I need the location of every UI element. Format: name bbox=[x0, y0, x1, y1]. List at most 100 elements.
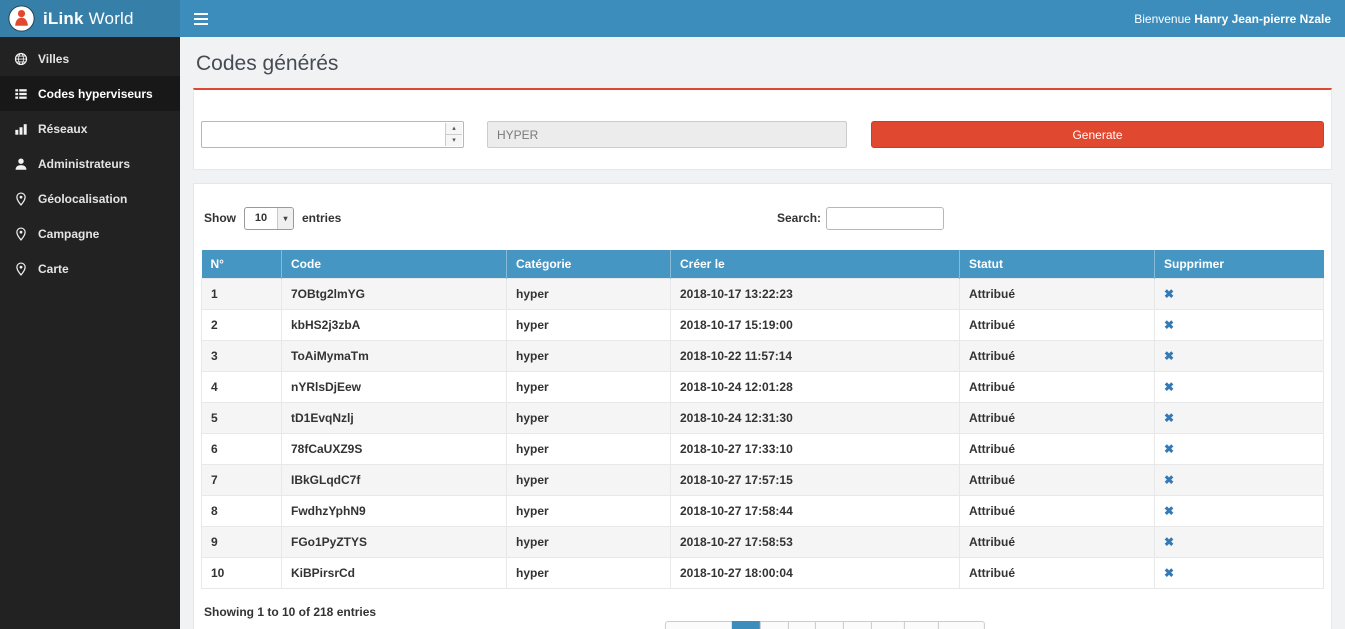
cell-code: FGo1PyZTYS bbox=[282, 527, 507, 558]
cell-category: hyper bbox=[507, 310, 671, 341]
page-btn-5[interactable]: 5 bbox=[843, 621, 872, 629]
sidebar-item-label: Villes bbox=[38, 52, 69, 66]
page-btn-22[interactable]: 22 bbox=[904, 621, 939, 629]
page-btn-2[interactable]: 2 bbox=[760, 621, 789, 629]
sidebar-item-label: Carte bbox=[38, 262, 69, 276]
delete-icon[interactable]: ✖ bbox=[1164, 566, 1174, 580]
table-row: 7IBkGLqdC7fhyper2018-10-27 17:57:15Attri… bbox=[202, 465, 1324, 496]
spinner-down-icon[interactable]: ▾ bbox=[446, 134, 462, 146]
spinner-up-icon[interactable]: ▴ bbox=[446, 123, 462, 134]
delete-icon[interactable]: ✖ bbox=[1164, 287, 1174, 301]
cell-status: Attribué bbox=[960, 341, 1155, 372]
hamburger-menu-icon[interactable] bbox=[194, 13, 208, 25]
page-btn-4[interactable]: 4 bbox=[815, 621, 844, 629]
delete-icon[interactable]: ✖ bbox=[1164, 473, 1174, 487]
chart-icon bbox=[13, 121, 28, 136]
top-navbar: Bienvenue Hanry Jean-pierre Nzale bbox=[180, 0, 1345, 37]
cell-delete: ✖ bbox=[1155, 279, 1324, 310]
cell-code: 78fCaUXZ9S bbox=[282, 434, 507, 465]
delete-icon[interactable]: ✖ bbox=[1164, 442, 1174, 456]
page-btn-previous: Previous bbox=[664, 621, 733, 629]
delete-icon[interactable]: ✖ bbox=[1164, 504, 1174, 518]
cell-category: hyper bbox=[507, 434, 671, 465]
cell-category: hyper bbox=[507, 279, 671, 310]
brand-text: iLink World bbox=[43, 9, 134, 29]
number-spinner: ▴ ▾ bbox=[445, 123, 462, 146]
generate-form-panel: ▴ ▾ Generate bbox=[193, 88, 1332, 170]
cell-num: 6 bbox=[202, 434, 282, 465]
cell-category: hyper bbox=[507, 341, 671, 372]
cell-status: Attribué bbox=[960, 558, 1155, 589]
cell-category: hyper bbox=[507, 465, 671, 496]
column-header[interactable]: Catégorie bbox=[507, 250, 671, 279]
sidebar-item-label: Géolocalisation bbox=[38, 192, 127, 206]
column-header[interactable]: Code bbox=[282, 250, 507, 279]
cell-created: 2018-10-27 17:33:10 bbox=[671, 434, 960, 465]
delete-icon[interactable]: ✖ bbox=[1164, 349, 1174, 363]
cell-code: kbHS2j3zbA bbox=[282, 310, 507, 341]
quantity-input[interactable] bbox=[202, 122, 463, 147]
column-header[interactable]: N° bbox=[202, 250, 282, 279]
page-btn-3[interactable]: 3 bbox=[787, 621, 816, 629]
page-btn-next[interactable]: Next bbox=[938, 621, 985, 629]
pagination: Previous12345…22Next bbox=[664, 621, 984, 629]
sidebar-item-administrateurs[interactable]: Administrateurs bbox=[0, 146, 180, 181]
showing-info: Showing 1 to 10 of 218 entries bbox=[201, 589, 1324, 619]
cell-delete: ✖ bbox=[1155, 341, 1324, 372]
table-footer: Showing 1 to 10 of 218 entries Previous1… bbox=[201, 589, 1324, 629]
page-length-control: Show 10 ▾ entries bbox=[204, 206, 1321, 230]
cell-num: 1 bbox=[202, 279, 282, 310]
generate-button[interactable]: Generate bbox=[871, 121, 1324, 148]
delete-icon[interactable]: ✖ bbox=[1164, 411, 1174, 425]
page-btn-ellipsis: … bbox=[871, 621, 905, 629]
delete-icon[interactable]: ✖ bbox=[1164, 380, 1174, 394]
delete-icon[interactable]: ✖ bbox=[1164, 535, 1174, 549]
cell-delete: ✖ bbox=[1155, 465, 1324, 496]
main-content: Codes générés ▴ ▾ Generate Show 10 ▾ bbox=[180, 37, 1345, 629]
cell-code: 7OBtg2lmYG bbox=[282, 279, 507, 310]
cell-code: KiBPirsrCd bbox=[282, 558, 507, 589]
page-size-select[interactable]: 10 ▾ bbox=[244, 207, 294, 230]
user-icon bbox=[13, 156, 28, 171]
table-header-row: N°CodeCatégorieCréer leStatutSupprimer bbox=[202, 250, 1324, 279]
cell-created: 2018-10-17 15:19:00 bbox=[671, 310, 960, 341]
cell-status: Attribué bbox=[960, 527, 1155, 558]
cell-category: hyper bbox=[507, 558, 671, 589]
sidebar-item-geolocalisation[interactable]: Géolocalisation bbox=[0, 181, 180, 216]
sidebar-item-codes-hyperviseurs[interactable]: Codes hyperviseurs bbox=[0, 76, 180, 111]
cell-delete: ✖ bbox=[1155, 372, 1324, 403]
sidebar-item-campagne[interactable]: Campagne bbox=[0, 216, 180, 251]
table-row: 5tD1EvqNzljhyper2018-10-24 12:31:30Attri… bbox=[202, 403, 1324, 434]
delete-icon[interactable]: ✖ bbox=[1164, 318, 1174, 332]
category-input bbox=[487, 121, 847, 148]
entries-label: entries bbox=[302, 211, 341, 225]
column-header[interactable]: Statut bbox=[960, 250, 1155, 279]
pin-icon bbox=[13, 261, 28, 276]
table-row: 10KiBPirsrCdhyper2018-10-27 18:00:04Attr… bbox=[202, 558, 1324, 589]
cell-status: Attribué bbox=[960, 496, 1155, 527]
column-header[interactable]: Créer le bbox=[671, 250, 960, 279]
pin-icon bbox=[13, 191, 28, 206]
cell-num: 5 bbox=[202, 403, 282, 434]
column-header[interactable]: Supprimer bbox=[1155, 250, 1324, 279]
pin-icon bbox=[13, 226, 28, 241]
sidebar-item-label: Administrateurs bbox=[38, 157, 130, 171]
cell-num: 2 bbox=[202, 310, 282, 341]
sidebar-item-label: Réseaux bbox=[38, 122, 87, 136]
cell-delete: ✖ bbox=[1155, 310, 1324, 341]
cell-created: 2018-10-27 17:58:53 bbox=[671, 527, 960, 558]
cell-num: 3 bbox=[202, 341, 282, 372]
search-input[interactable] bbox=[826, 207, 944, 230]
page-btn-1[interactable]: 1 bbox=[732, 621, 761, 629]
sidebar-item-carte[interactable]: Carte bbox=[0, 251, 180, 286]
cell-code: ToAiMymaTm bbox=[282, 341, 507, 372]
sidebar-item-villes[interactable]: Villes bbox=[0, 41, 180, 76]
cell-num: 8 bbox=[202, 496, 282, 527]
cell-status: Attribué bbox=[960, 310, 1155, 341]
table-row: 8FwdhzYphN9hyper2018-10-27 17:58:44Attri… bbox=[202, 496, 1324, 527]
app-window: iLink World Bienvenue Hanry Jean-pierre … bbox=[0, 0, 1345, 629]
sidebar-item-reseaux[interactable]: Réseaux bbox=[0, 111, 180, 146]
cell-status: Attribué bbox=[960, 372, 1155, 403]
cell-category: hyper bbox=[507, 403, 671, 434]
brand-logo[interactable]: iLink World bbox=[0, 0, 180, 37]
